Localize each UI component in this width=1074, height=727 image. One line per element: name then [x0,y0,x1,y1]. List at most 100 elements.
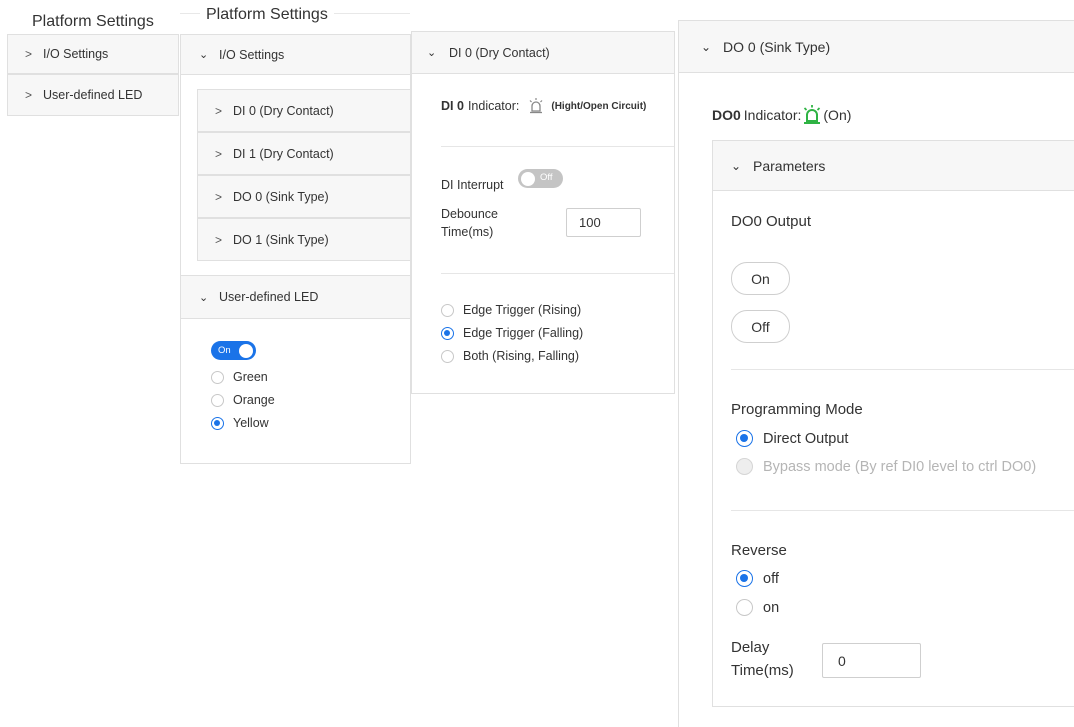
output-off-button[interactable]: Off [731,310,790,343]
chevron-right-icon: > [215,146,223,161]
io-item-label: DO 0 (Sink Type) [233,189,329,204]
toggle-knob [521,171,535,186]
parameters-header-label: Parameters [753,157,826,174]
col1-item-user-defined-led[interactable]: > User-defined LED [7,74,179,116]
radio-checked-icon [211,416,224,430]
output-on-button[interactable]: On [731,262,790,295]
trigger-falling[interactable]: Edge Trigger (Falling) [441,326,583,340]
delay-label: Delay Time(ms) [731,636,794,682]
reverse-off[interactable]: off [736,570,779,587]
user-led-header-label: User-defined LED [219,290,319,304]
di0-header[interactable]: ⌄ DI 0 (Dry Contact) [412,32,674,74]
chevron-right-icon: > [215,103,223,118]
debounce-time-input[interactable]: 100 [566,208,641,237]
do0-indicator-label: Indicator: [743,107,802,123]
radio-label: Edge Trigger (Falling) [463,326,584,340]
toggle-knob [239,343,253,358]
do0-output-label: DO0 Output [731,213,812,230]
io-settings-header-label: I/O Settings [219,47,285,62]
programming-mode-label: Programming Mode [731,401,863,418]
reverse-label: Reverse [731,542,787,559]
do0-indicator: DO0 Indicator: (On) [712,104,851,126]
do0-header-label: DO 0 (Sink Type) [723,38,831,55]
delay-label-line2: Time(ms) [731,662,794,679]
radio-label: Bypass mode (By ref DI0 level to ctrl DO… [763,458,1037,475]
trigger-rising[interactable]: Edge Trigger (Rising) [441,303,581,317]
radio-label: Green [233,370,268,384]
io-item-do0[interactable]: > DO 0 (Sink Type) [197,175,411,218]
radio-unchecked-icon [441,349,454,363]
radio-unchecked-icon [736,599,753,616]
di-interrupt-label: DI Interrupt [441,178,504,192]
io-item-label: DI 1 (Dry Contact) [233,146,334,161]
chevron-right-icon: > [25,88,33,102]
radio-label: Orange [233,393,275,407]
chevron-down-icon: ⌄ [701,39,712,54]
radio-checked-icon [736,430,753,447]
di0-indicator-name: DI 0 [441,99,464,113]
io-item-label: DO 1 (Sink Type) [233,232,329,247]
io-item-label: DI 0 (Dry Contact) [233,103,334,118]
chevron-down-icon: ⌄ [199,49,209,61]
radio-unchecked-icon [211,370,224,384]
io-settings-header[interactable]: ⌄ I/O Settings [181,35,410,75]
radio-label: Both (Rising, Falling) [463,349,580,363]
mode-bypass: Bypass mode (By ref DI0 level to ctrl DO… [736,458,1036,475]
trigger-both[interactable]: Both (Rising, Falling) [441,349,579,363]
reverse-on[interactable]: on [736,599,779,616]
radio-label: off [763,570,779,587]
col1-item-io-settings[interactable]: > I/O Settings [7,34,179,74]
radio-label: Direct Output [763,430,849,447]
led-color-yellow[interactable]: Yellow [211,416,269,430]
chevron-down-icon: ⌄ [199,291,209,304]
io-item-di0[interactable]: > DI 0 (Dry Contact) [197,89,411,132]
chevron-right-icon: > [25,47,33,61]
user-led-header[interactable]: ⌄ User-defined LED [181,275,410,319]
radio-label: on [763,599,780,616]
parameters-header[interactable]: ⌄ Parameters [713,141,1074,191]
led-toggle-label: On [218,345,231,356]
chevron-right-icon: > [215,189,223,204]
chevron-right-icon: > [215,232,223,247]
di0-indicator: DI 0 Indicator: (Hight/Open Circuit) [441,97,646,115]
alarm-light-on-icon [804,105,821,124]
chevron-down-icon: ⌄ [731,158,742,173]
col1-item-label: User-defined LED [43,88,143,102]
radio-label: Yellow [233,416,269,430]
di0-indicator-state: (Hight/Open Circuit) [551,100,647,112]
alarm-light-icon [529,98,543,114]
radio-checked-icon [736,570,753,587]
debounce-label-line1: Debounce [441,207,498,221]
col4-left-border [678,20,679,727]
led-toggle[interactable]: On [211,341,256,360]
do0-indicator-state: (On) [823,107,852,123]
divider [441,146,674,147]
radio-disabled-icon [736,458,753,475]
led-color-green[interactable]: Green [211,370,268,384]
delay-time-input[interactable]: 0 [822,643,921,678]
col1-title: Platform Settings [32,13,154,30]
divider [441,273,674,274]
do0-header[interactable]: ⌄ DO 0 (Sink Type) [679,20,1074,73]
chevron-down-icon: ⌄ [427,47,437,59]
io-item-do1[interactable]: > DO 1 (Sink Type) [197,218,411,261]
led-color-orange[interactable]: Orange [211,393,275,407]
do0-indicator-name: DO0 [712,107,741,123]
radio-unchecked-icon [441,303,454,317]
di0-indicator-label: Indicator: [467,99,520,113]
di-interrupt-toggle[interactable]: Off [518,169,563,188]
mode-direct-output[interactable]: Direct Output [736,430,848,447]
debounce-label-line2: Time(ms) [441,225,494,239]
radio-label: Edge Trigger (Rising) [463,303,582,317]
radio-checked-icon [441,326,454,340]
divider [731,510,1074,511]
io-item-di1[interactable]: > DI 1 (Dry Contact) [197,132,411,175]
debounce-label: Debounce Time(ms) [441,205,498,241]
divider [731,369,1074,370]
di0-header-label: DI 0 (Dry Contact) [449,45,550,60]
di-interrupt-toggle-label: Off [540,172,553,183]
col1-item-label: I/O Settings [43,47,109,61]
radio-unchecked-icon [211,393,224,407]
delay-label-line1: Delay [731,639,770,656]
col2-title: Platform Settings [200,6,334,24]
